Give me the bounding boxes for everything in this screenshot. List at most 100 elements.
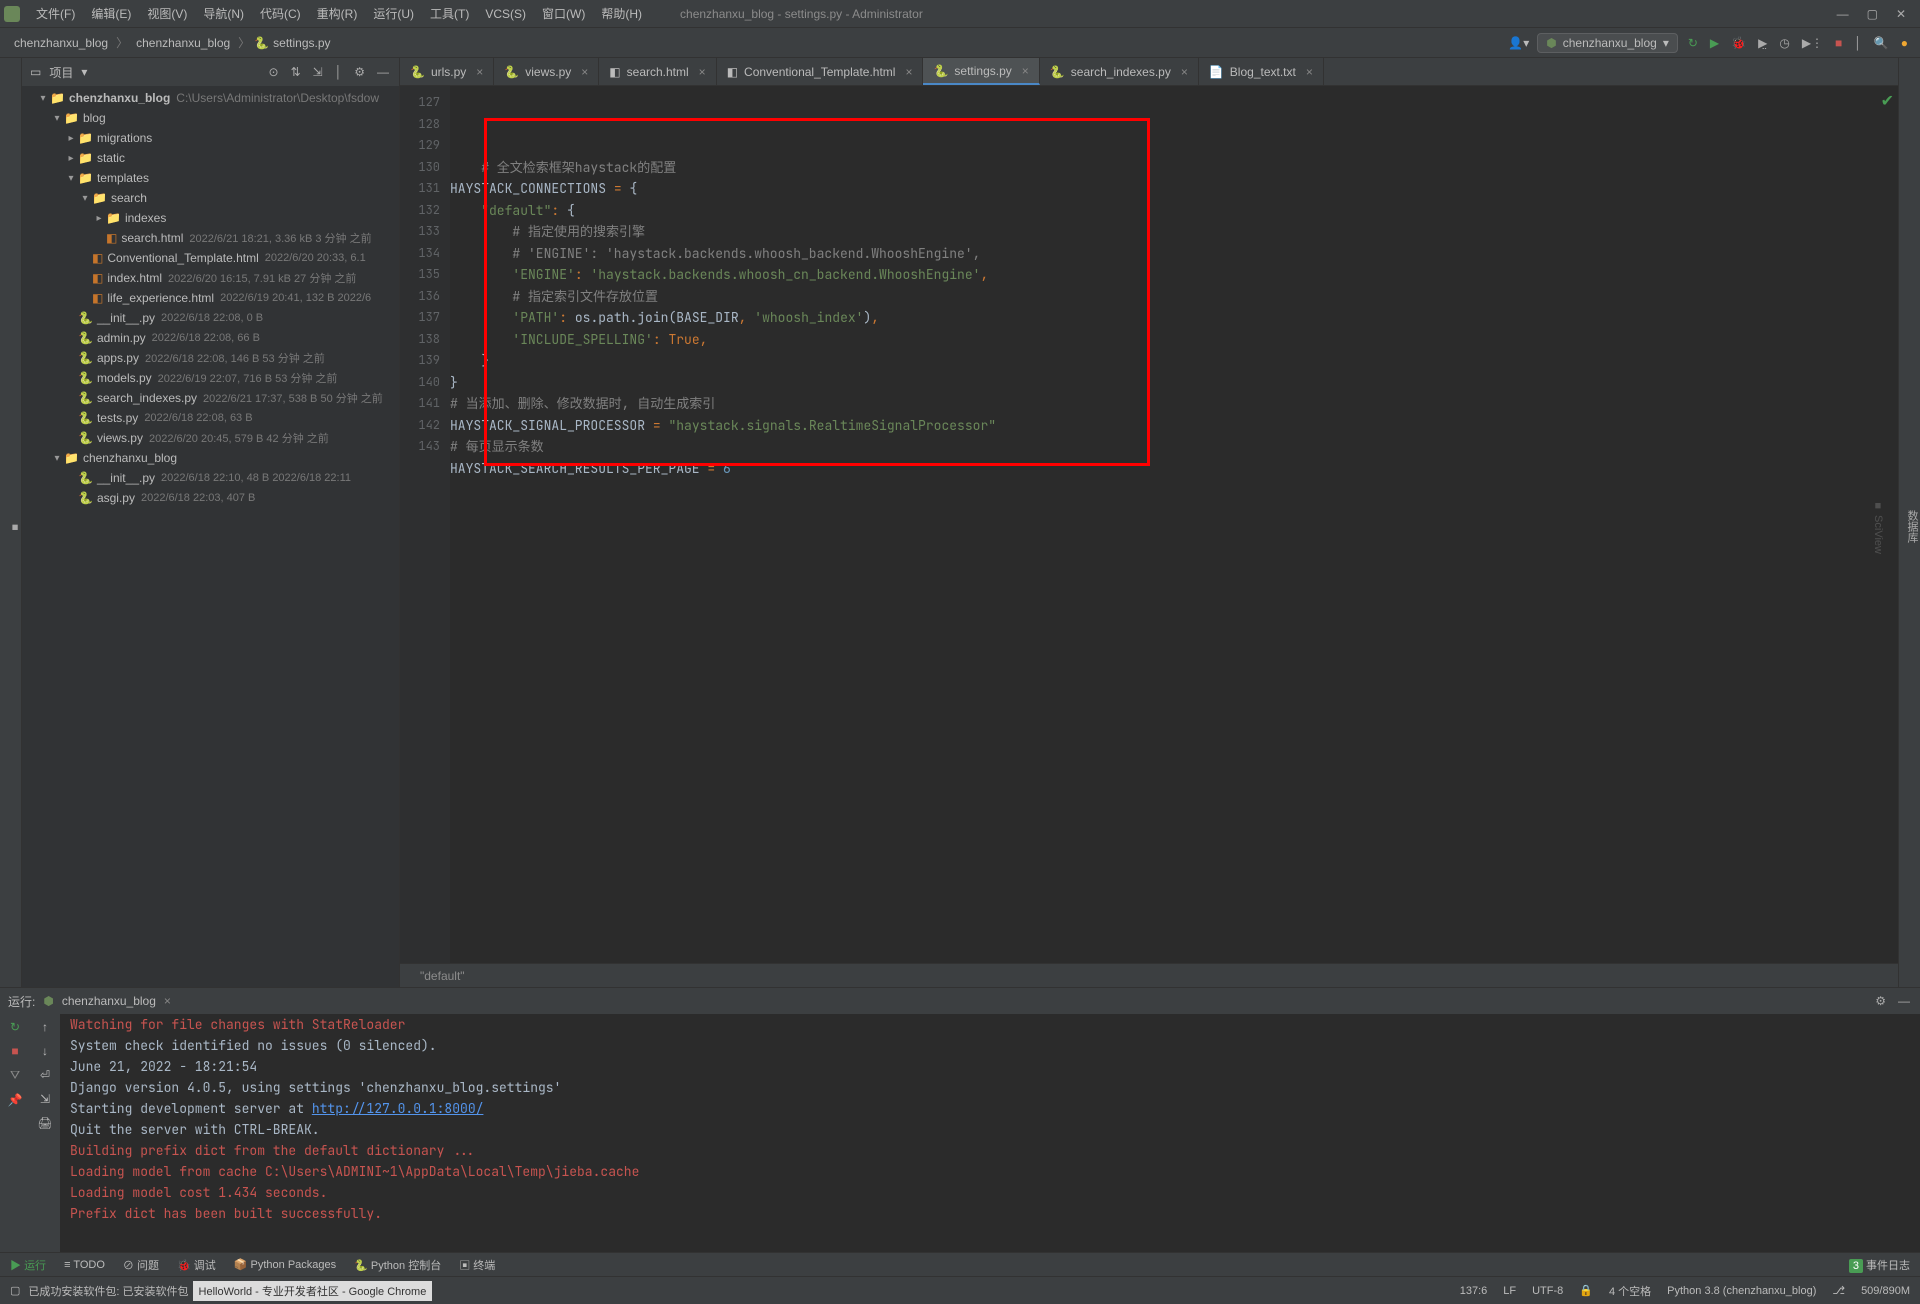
rerun-icon[interactable]: ↻ — [10, 1020, 20, 1034]
breadcrumb[interactable]: settings.py — [269, 36, 334, 50]
run-btn[interactable]: ▶ 运行 — [10, 1257, 46, 1273]
app-icon[interactable] — [4, 6, 20, 22]
coverage-icon[interactable]: ▶̤ — [1756, 34, 1769, 52]
rerun-icon[interactable]: ↻ — [1686, 34, 1700, 52]
terminal-tab[interactable]: ▣ 终端 — [459, 1257, 495, 1273]
avatar-icon[interactable]: ● — [1899, 34, 1910, 52]
filter-icon[interactable]: ⛛ — [10, 1068, 20, 1083]
tree-file[interactable]: ◧index.html2022/6/20 16:15, 7.91 kB 27 分… — [22, 268, 399, 288]
search-icon[interactable]: 🔍 — [1872, 34, 1891, 52]
stop-icon[interactable]: ■ — [1833, 34, 1844, 52]
problems-tab[interactable]: ⊘ 问题 — [123, 1257, 159, 1273]
menu-tools[interactable]: 工具(T) — [422, 3, 477, 24]
tree-folder[interactable]: ▸📁static — [22, 148, 399, 168]
menu-refactor[interactable]: 重构(R) — [309, 3, 366, 24]
debug-tab[interactable]: 🐞 调试 — [177, 1257, 216, 1273]
print-icon[interactable]: 🖨 — [37, 1116, 52, 1130]
menu-window[interactable]: 窗口(W) — [534, 3, 593, 24]
up-icon[interactable]: ↑ — [42, 1020, 48, 1034]
close-icon[interactable]: × — [1306, 65, 1313, 79]
editor-tab[interactable]: ◧search.html× — [599, 58, 716, 85]
memory[interactable]: 509/890M — [1861, 1285, 1910, 1297]
close-icon[interactable]: × — [699, 65, 706, 79]
todo-tab[interactable]: ≡ TODO — [64, 1259, 105, 1271]
add-user-icon[interactable]: 👤▾ — [1508, 36, 1529, 50]
tree-folder[interactable]: ▾📁chenzhanxu_blog — [22, 448, 399, 468]
collapse-icon[interactable]: ⇲ — [311, 63, 325, 81]
encoding[interactable]: UTF-8 — [1532, 1285, 1563, 1297]
tree-file[interactable]: 🐍apps.py2022/6/18 22:08, 146 B 53 分钟 之前 — [22, 348, 399, 368]
project-tab[interactable]: ■ — [9, 521, 21, 533]
stop-icon[interactable]: ■ — [11, 1044, 18, 1058]
down-icon[interactable]: ↓ — [42, 1044, 48, 1058]
editor-tab[interactable]: 📄Blog_text.txt× — [1199, 58, 1324, 85]
readonly-icon[interactable]: 🔒 — [1579, 1284, 1593, 1297]
close-icon[interactable]: × — [476, 65, 483, 79]
console-output[interactable]: Watching for file changes with StatReloa… — [60, 1014, 1920, 1252]
tree-folder[interactable]: ▾📁search — [22, 188, 399, 208]
tree-folder[interactable]: ▸📁migrations — [22, 128, 399, 148]
event-log-tab[interactable]: 3 事件日志 — [1849, 1257, 1910, 1273]
close-icon[interactable]: ✕ — [1896, 7, 1906, 21]
tree-folder[interactable]: ▾📁templates — [22, 168, 399, 188]
tree-file[interactable]: 🐍asgi.py2022/6/18 22:03, 407 B — [22, 488, 399, 508]
menu-run[interactable]: 运行(U) — [365, 3, 422, 24]
python-console-tab[interactable]: 🐍 Python 控制台 — [354, 1257, 441, 1273]
tree-file[interactable]: ◧search.html2022/6/21 18:21, 3.36 kB 3 分… — [22, 228, 399, 248]
menu-view[interactable]: 视图(V) — [139, 3, 195, 24]
tree-file[interactable]: ◧Conventional_Template.html2022/6/20 20:… — [22, 248, 399, 268]
menu-vcs[interactable]: VCS(S) — [477, 5, 534, 23]
tree-folder[interactable]: ▸📁indexes — [22, 208, 399, 228]
notif-icon[interactable]: ▢ — [10, 1284, 20, 1297]
editor-tab[interactable]: 🐍settings.py× — [923, 58, 1039, 85]
attach-icon[interactable]: ▶⋮ — [1800, 34, 1825, 52]
close-icon[interactable]: × — [1022, 64, 1029, 78]
close-icon[interactable]: × — [1181, 65, 1188, 79]
menu-code[interactable]: 代码(C) — [252, 3, 309, 24]
run-config-selector[interactable]: ⬢ chenzhanxu_blog ▾ — [1537, 33, 1678, 53]
indent[interactable]: 4 个空格 — [1609, 1283, 1651, 1299]
close-icon[interactable]: × — [581, 65, 588, 79]
gear-icon[interactable]: ⚙ — [352, 63, 367, 81]
code-editor[interactable]: ✔ 12712812913013113213313413513613713813… — [400, 86, 1898, 963]
gear-icon[interactable]: ⚙ — [1873, 992, 1888, 1010]
menu-edit[interactable]: 编辑(E) — [83, 3, 139, 24]
wrap-icon[interactable]: ⏎ — [40, 1068, 50, 1082]
tree-root[interactable]: ▾📁chenzhanxu_blogC:\Users\Administrator\… — [22, 88, 399, 108]
cursor-position[interactable]: 137:6 — [1460, 1285, 1488, 1297]
chevron-down-icon[interactable]: ▾ — [81, 65, 87, 79]
tree-file[interactable]: 🐍__init__.py2022/6/18 22:08, 0 B — [22, 308, 399, 328]
profile-icon[interactable]: ◷ — [1777, 34, 1791, 52]
url-link[interactable]: http://127.0.0.1:8000/ — [312, 1100, 484, 1117]
breadcrumb[interactable]: chenzhanxu_blog — [132, 36, 234, 50]
maximize-icon[interactable]: ▢ — [1867, 7, 1878, 21]
code-content[interactable]: # 全文检索框架haystack的配置HAYSTACK_CONNECTIONS … — [450, 86, 1898, 963]
editor-tab[interactable]: 🐍views.py× — [494, 58, 599, 85]
close-icon[interactable]: × — [905, 65, 912, 79]
code-breadcrumb[interactable]: "default" — [400, 963, 1898, 987]
minimize-icon[interactable]: — — [1837, 7, 1849, 21]
scroll-icon[interactable]: ⇲ — [40, 1092, 50, 1106]
tree-file[interactable]: 🐍views.py2022/6/20 20:45, 579 B 42 分钟 之前 — [22, 428, 399, 448]
tree-file[interactable]: ◧life_experience.html2022/6/19 20:41, 13… — [22, 288, 399, 308]
git-branch[interactable]: ⎇ — [1832, 1284, 1845, 1297]
menu-help[interactable]: 帮助(H) — [593, 3, 650, 24]
tree-file[interactable]: 🐍tests.py2022/6/18 22:08, 63 B — [22, 408, 399, 428]
editor-tab[interactable]: 🐍search_indexes.py× — [1040, 58, 1199, 85]
debug-icon[interactable]: 🐞 — [1729, 34, 1748, 52]
tree-file[interactable]: 🐍search_indexes.py2022/6/21 17:37, 538 B… — [22, 388, 399, 408]
tree-file[interactable]: 🐍admin.py2022/6/18 22:08, 66 B — [22, 328, 399, 348]
tree-file[interactable]: 🐍models.py2022/6/19 22:07, 716 B 53 分钟 之… — [22, 368, 399, 388]
hide-icon[interactable]: — — [1896, 992, 1912, 1010]
pin-icon[interactable]: 📌 — [8, 1093, 23, 1107]
line-ending[interactable]: LF — [1503, 1285, 1516, 1297]
close-icon[interactable]: × — [164, 994, 171, 1008]
select-opened-icon[interactable]: ⊙ — [267, 63, 281, 81]
tree-file[interactable]: 🐍__init__.py2022/6/18 22:10, 48 B 2022/6… — [22, 468, 399, 488]
hide-icon[interactable]: — — [375, 63, 391, 81]
run-icon[interactable]: ▶ — [1708, 34, 1721, 52]
editor-tab[interactable]: ◧Conventional_Template.html× — [717, 58, 924, 85]
interpreter[interactable]: Python 3.8 (chenzhanxu_blog) — [1667, 1285, 1816, 1297]
run-tab[interactable]: chenzhanxu_blog — [62, 994, 156, 1008]
menu-file[interactable]: 文件(F) — [28, 3, 83, 24]
